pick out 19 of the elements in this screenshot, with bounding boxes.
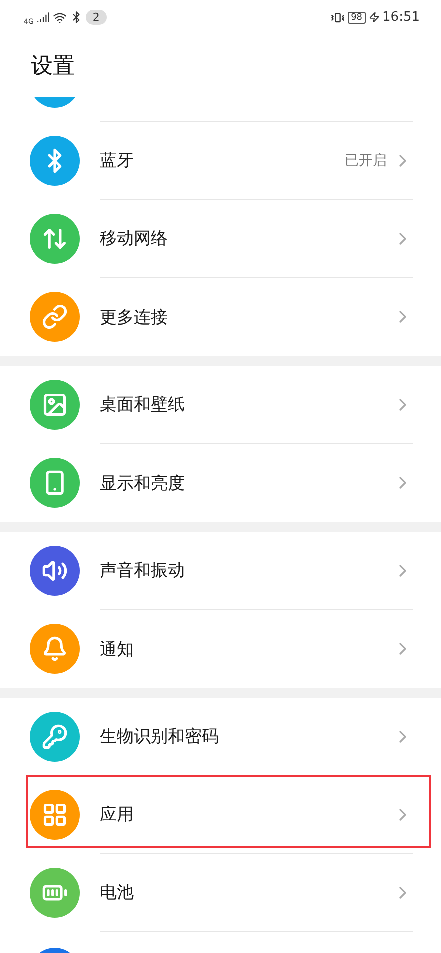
setting-label[interactable]: 蓝牙 (100, 149, 345, 172)
wifi-icon (52, 10, 67, 24)
battery-level: 98 (348, 12, 366, 24)
setting-value: 已开启 (345, 152, 387, 170)
setting-label[interactable]: 通知 (100, 638, 393, 660)
vibrate-icon (331, 10, 346, 24)
charging-icon (368, 12, 380, 23)
setting-label[interactable]: 电池 (100, 881, 393, 904)
setting-label[interactable]: 生物识别和密码 (100, 725, 393, 748)
signal-icon (36, 11, 50, 24)
clock: 16:51 (382, 10, 420, 25)
setting-label[interactable]: 显示和亮度 (100, 472, 393, 494)
notification-badge: 2 (86, 10, 107, 25)
setting-label[interactable]: 更多连接 (100, 306, 393, 328)
setting-label[interactable]: 声音和振动 (100, 559, 393, 582)
setting-label[interactable]: 应用 (100, 803, 393, 826)
page-title: 设置 (30, 53, 76, 81)
setting-label[interactable]: 桌面和壁纸 (100, 393, 393, 416)
setting-label[interactable]: 移动网络 (100, 227, 393, 250)
